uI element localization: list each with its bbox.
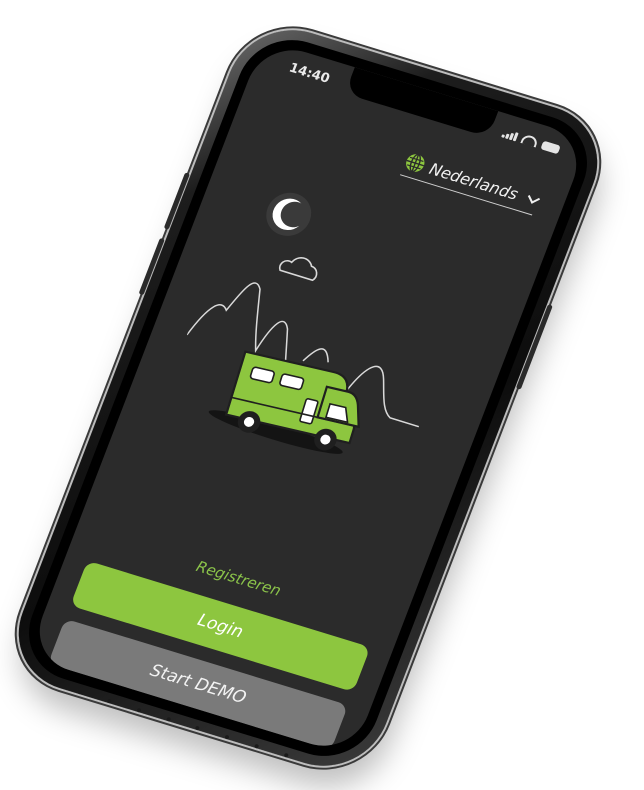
status-icons xyxy=(501,128,561,155)
grill-dot xyxy=(195,725,201,731)
status-time: 14:40 xyxy=(286,60,332,87)
grill-dot xyxy=(224,734,230,740)
cloud-icon xyxy=(278,257,318,282)
phone-mockup: 14:40 Nederlands Registreren Login Start… xyxy=(0,14,616,782)
language-label: Nederlands xyxy=(426,158,522,204)
grill-dot xyxy=(106,698,112,704)
chevron-down-icon xyxy=(528,191,541,204)
signal-icon xyxy=(501,129,519,142)
grill-dot xyxy=(136,707,142,713)
globe-icon xyxy=(405,153,425,173)
language-selector[interactable]: Nederlands xyxy=(399,150,542,216)
wifi-icon xyxy=(520,133,540,148)
camper-night-illustration xyxy=(186,192,420,454)
grill-dot xyxy=(165,716,171,722)
battery-icon xyxy=(540,140,561,155)
grill-dot xyxy=(254,743,260,749)
grill-dot xyxy=(77,689,83,695)
moon-circle xyxy=(266,192,312,236)
